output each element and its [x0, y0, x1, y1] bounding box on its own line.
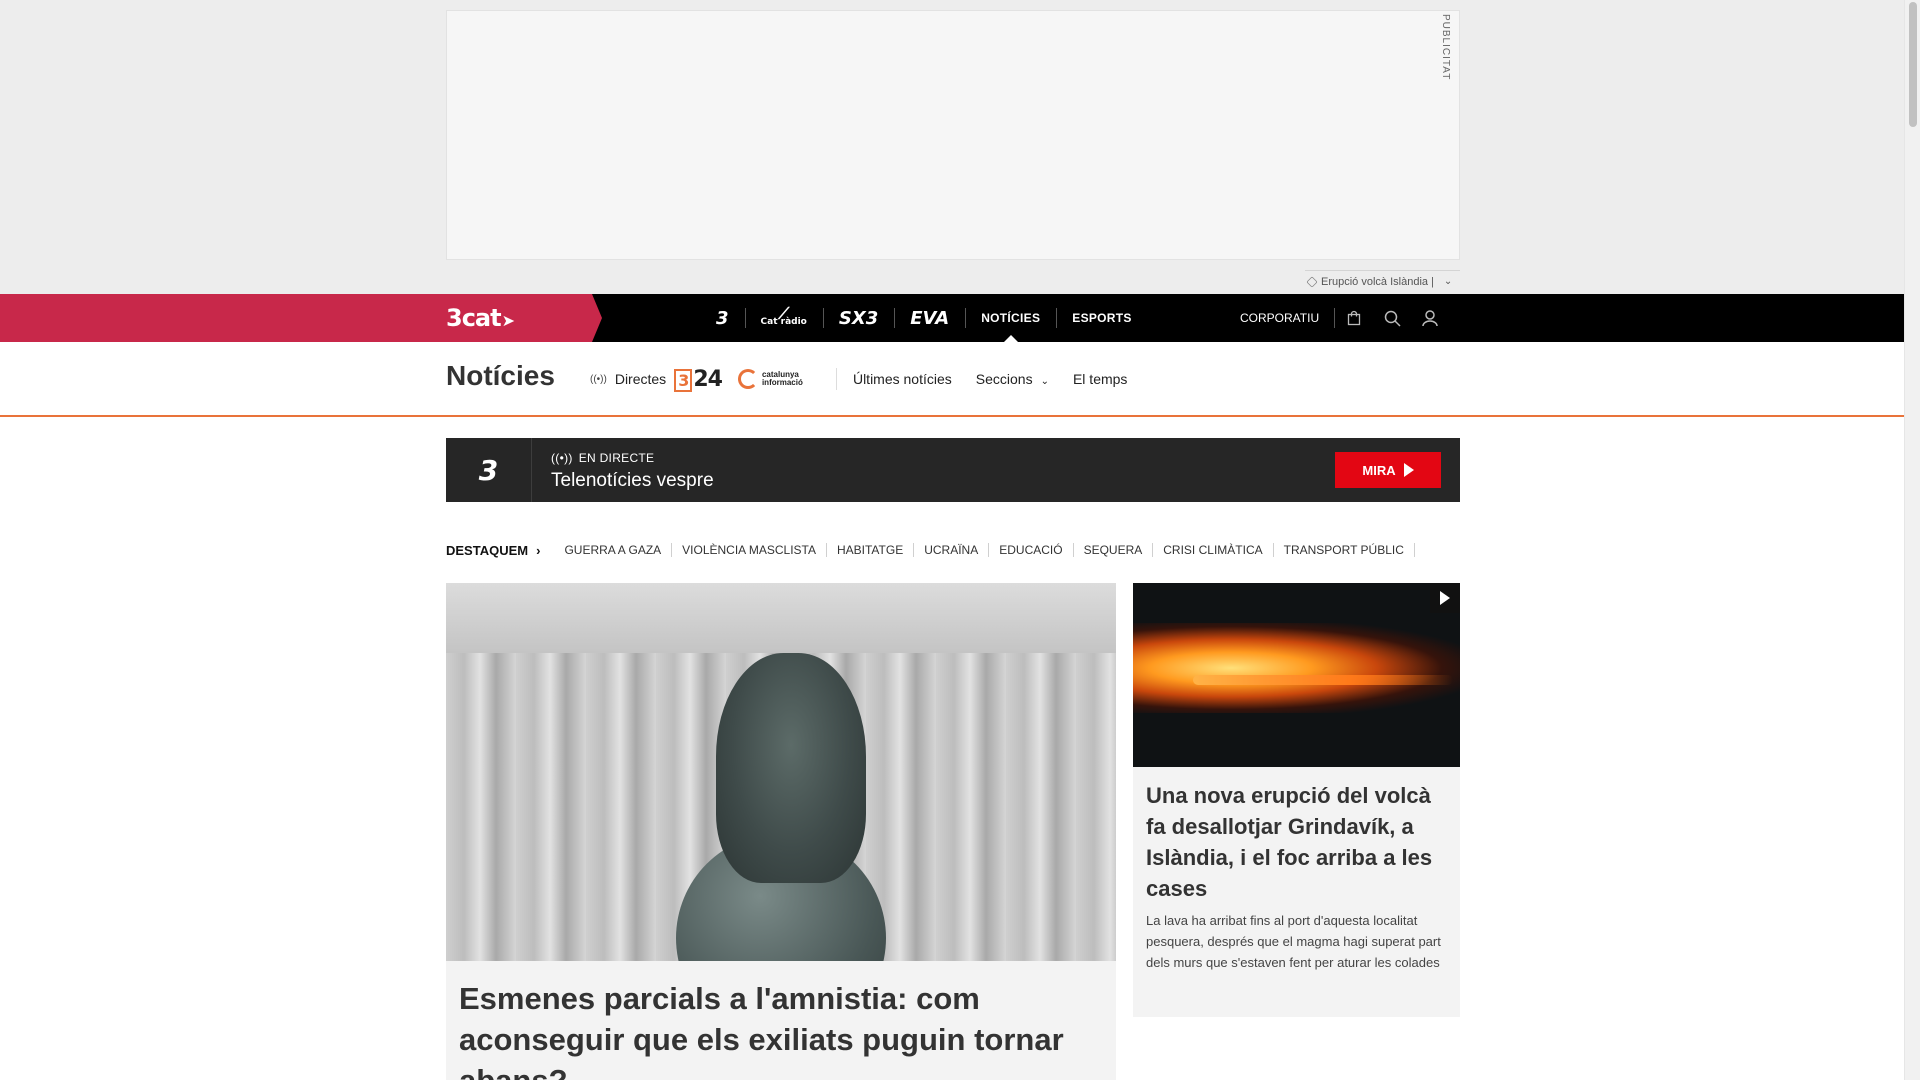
side-article-title[interactable]: Una nova erupció del volcà fa desallotja…: [1146, 780, 1446, 904]
broadcast-icon: ((•)): [551, 451, 573, 465]
catalunya-informacio-text: catalunya informació: [761, 370, 803, 387]
latest-news-link[interactable]: Últimes notícies: [853, 371, 952, 387]
3cat-logo[interactable]: 3cat➤: [446, 304, 515, 332]
broadcast-icon: ((•)): [590, 373, 607, 385]
catalunya-informacio-icon: [737, 369, 758, 389]
main-article-card[interactable]: Esmenes parcials a l'amnistia: com acons…: [446, 583, 1116, 1080]
channel-catradio[interactable]: ⟋ Cat ràdio: [744, 294, 823, 342]
sections-dropdown[interactable]: Seccions ⌄: [976, 371, 1049, 387]
tv3-channel-logo: 3: [446, 438, 532, 502]
topic-link[interactable]: HABITATGE: [827, 543, 915, 557]
video-badge: [1430, 583, 1460, 613]
topic-link[interactable]: CRISI CLIMÀTICA: [1153, 543, 1274, 557]
sx3-logo-text: SX3: [838, 307, 879, 329]
featured-label[interactable]: DESTAQUEM ›: [446, 543, 540, 558]
topic-link[interactable]: GUERRA A GAZA: [554, 543, 673, 557]
side-article-description: La lava ha arribat fins al port d'aquest…: [1146, 913, 1441, 970]
page-scrollbar[interactable]: [1904, 0, 1920, 1080]
user-icon[interactable]: [1411, 294, 1449, 342]
ad-band: PUBLICITAT Erupció volcà Islàndia | ⌄: [0, 0, 1904, 294]
arrow-icon: ➤: [501, 311, 515, 330]
live-status: ((•)) EN DIRECTE: [551, 451, 654, 465]
channel-links: 3 ⟋ Cat ràdio SX3 EVA NOTÍCIES ESPORTS: [700, 294, 1148, 342]
featured-topics: DESTAQUEM › GUERRA A GAZA VIOLÈNCIA MASCL…: [446, 540, 1415, 560]
topic-link[interactable]: UCRAÏNA: [914, 543, 990, 557]
nav-esports[interactable]: ESPORTS: [1056, 294, 1147, 342]
channel-sx3[interactable]: SX3: [822, 294, 894, 342]
play-icon: [1403, 463, 1414, 477]
image-lava-flow: [1193, 675, 1453, 685]
trending-tag-label: Erupció volcà Islàndia |: [1321, 275, 1434, 288]
top-navigation: 3cat➤ 3 ⟋ Cat ràdio SX3 EVA NOTÍCIES ESP…: [0, 294, 1904, 342]
chevron-right-icon: ›: [536, 542, 541, 558]
catradio-label: Cat ràdio: [760, 317, 807, 327]
live-status-label: EN DIRECTE: [578, 451, 655, 465]
eva-logo-text: EVA: [910, 307, 950, 329]
watch-button[interactable]: MIRA: [1335, 452, 1441, 488]
chevron-down-icon: ⌄: [1443, 276, 1453, 287]
image-eruption-glow: [1133, 623, 1460, 713]
directes-link[interactable]: Directes: [615, 371, 666, 387]
page-title[interactable]: Notícies: [446, 360, 555, 392]
featured-label-text: DESTAQUEM: [446, 542, 529, 558]
topic-link[interactable]: VIOLÈNCIA MASCLISTA: [672, 543, 827, 557]
tv3-logo-text: 3: [716, 307, 729, 329]
nav-noticies[interactable]: NOTÍCIES: [965, 294, 1056, 342]
live-program-title: Telenotícies vespre: [551, 470, 714, 491]
ad-label: PUBLICITAT: [1440, 14, 1451, 81]
chevron-down-icon: ⌄: [1040, 376, 1049, 387]
topic-link[interactable]: EDUCACIÓ: [989, 543, 1074, 557]
image-lion-statue: [716, 653, 866, 883]
image-frieze: [446, 583, 1116, 653]
section-navigation: ((•)) Directes 3 24 catalunya informació …: [590, 364, 1151, 394]
main-article-title[interactable]: Esmenes parcials a l'amnistia: com acons…: [459, 978, 1099, 1080]
channel-tv3[interactable]: 3: [700, 294, 745, 342]
brand-name: 3cat: [446, 304, 502, 332]
live-channel-label: 3: [478, 453, 499, 487]
main-article-image[interactable]: [446, 583, 1116, 961]
scrollbar-thumb[interactable]: [1909, 2, 1917, 127]
topic-link[interactable]: TRANSPORT PÚBLIC: [1274, 543, 1415, 557]
sections-label: Seccions: [975, 371, 1033, 387]
weather-link[interactable]: El temps: [1073, 371, 1127, 387]
topic-link[interactable]: SEQUERA: [1074, 543, 1154, 557]
divider: [835, 368, 837, 390]
shopping-bag-icon[interactable]: [1335, 294, 1373, 342]
play-icon: [1440, 591, 1450, 605]
ad-slot[interactable]: [446, 10, 1460, 260]
corporate-link[interactable]: CORPORATIU: [1240, 308, 1336, 328]
section-header: Notícies ((•)) Directes 3 24 catalunya in…: [0, 342, 1904, 417]
channel-eva[interactable]: EVA: [894, 294, 965, 342]
3cat24-logo-text: 24: [693, 366, 723, 392]
3cat24-logo[interactable]: 3 24: [674, 366, 723, 392]
search-icon[interactable]: [1373, 294, 1411, 342]
tag-icon: [1306, 275, 1318, 288]
3cat24-logo-mark: 3: [674, 368, 693, 392]
live-banner[interactable]: 3 ((•)) EN DIRECTE Telenotícies vespre M…: [446, 438, 1460, 502]
side-article-card[interactable]: Una nova erupció del volcà fa desallotja…: [1133, 583, 1460, 1017]
watch-button-label: MIRA: [1362, 462, 1396, 478]
trending-tag-selector[interactable]: Erupció volcà Islàndia | ⌄: [1305, 270, 1460, 292]
catalunya-informacio-logo[interactable]: catalunya informació: [737, 369, 820, 389]
side-article-image[interactable]: [1133, 583, 1460, 767]
right-navigation: CORPORATIU: [1240, 294, 1449, 342]
